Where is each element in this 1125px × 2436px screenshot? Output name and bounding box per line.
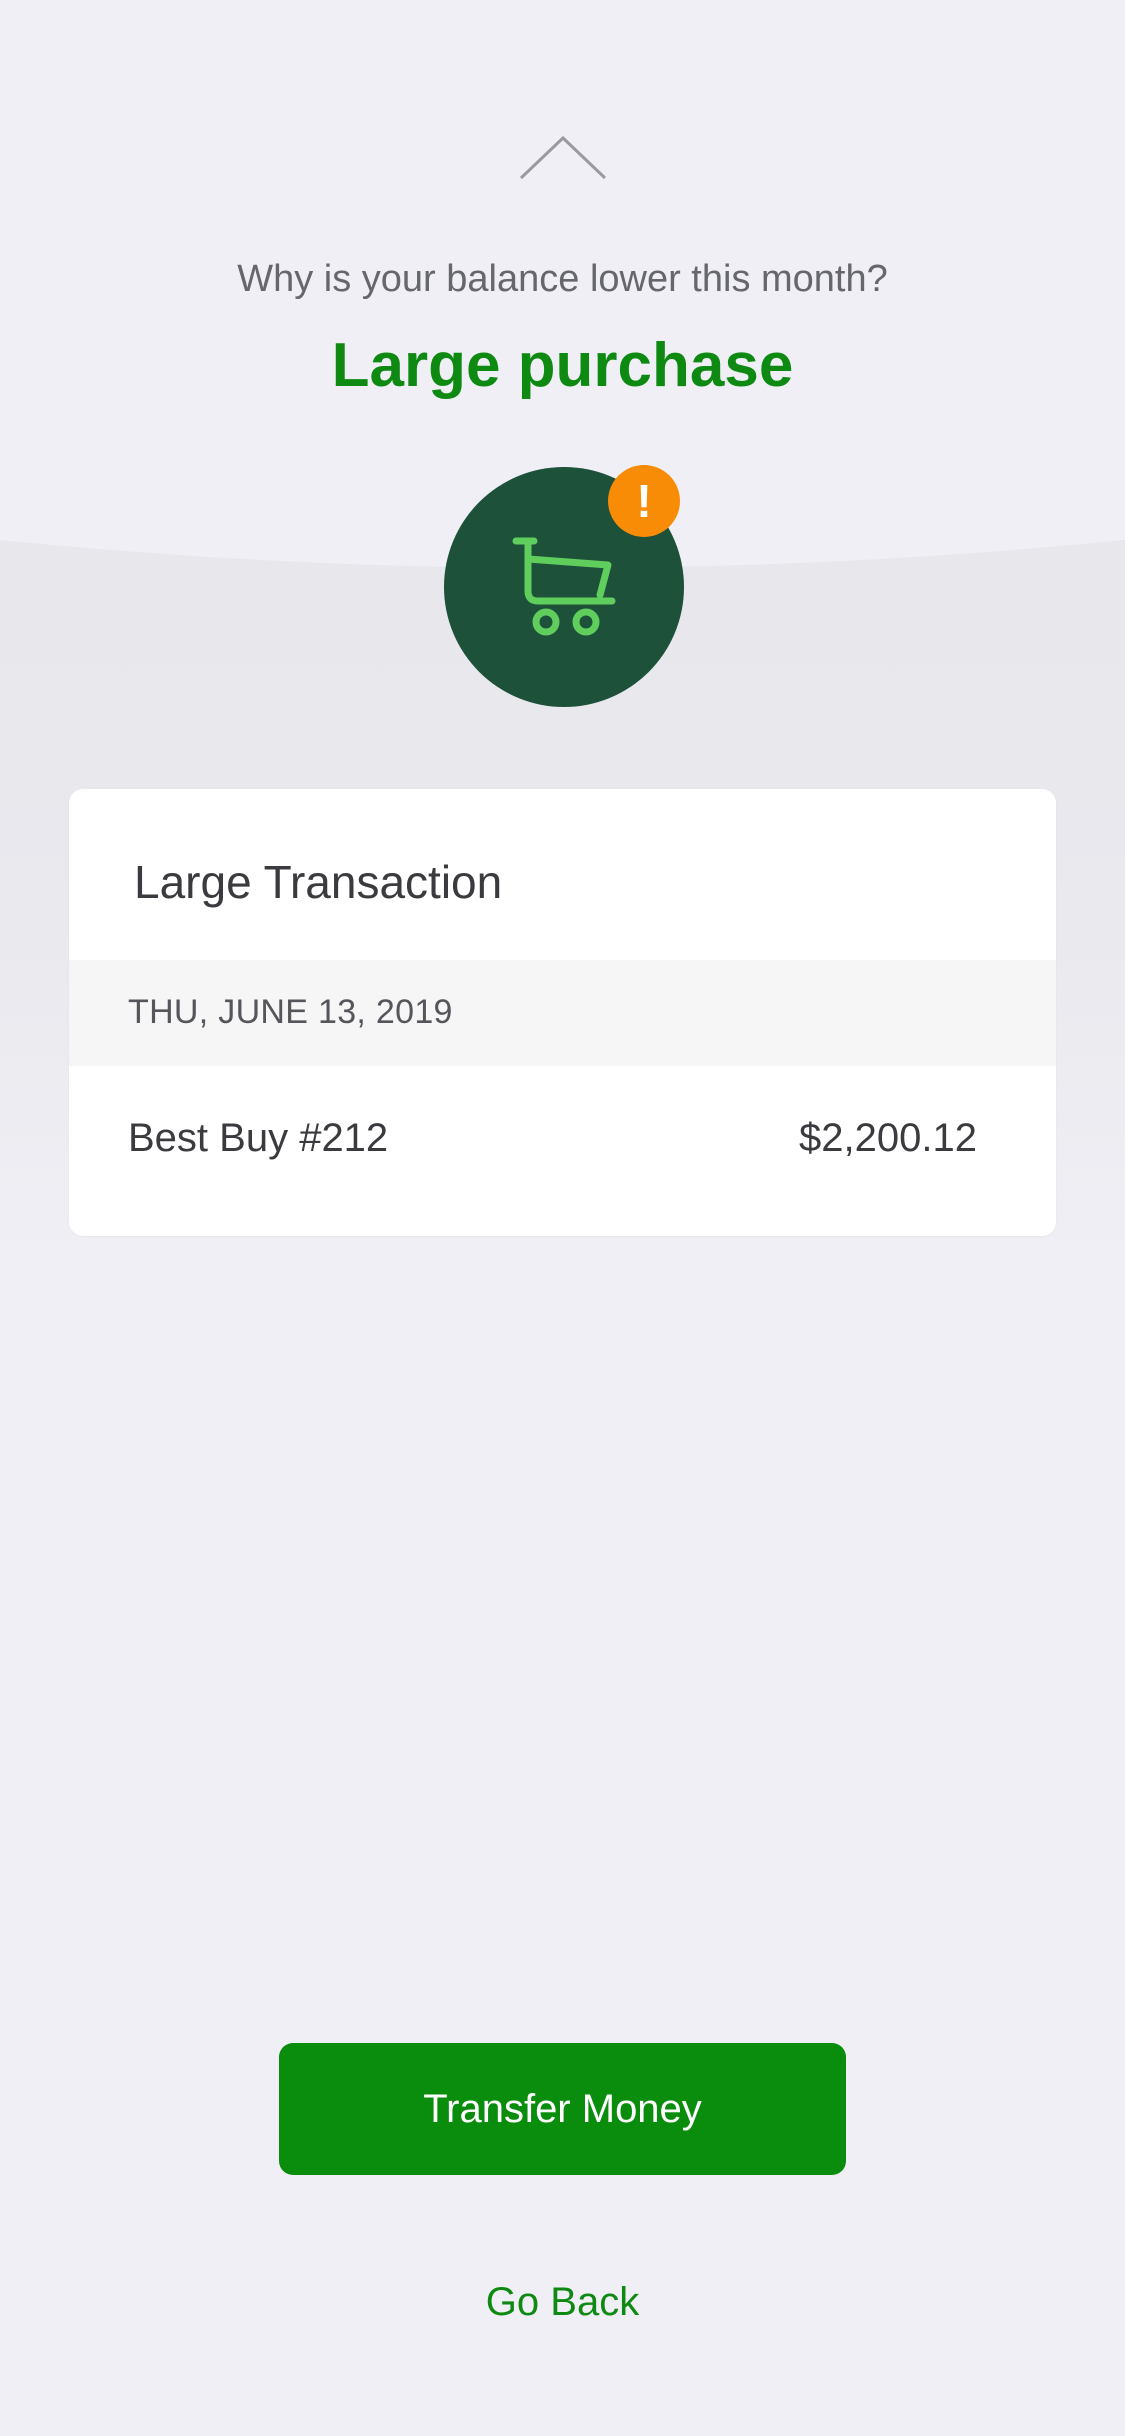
transaction-card: Large Transaction THU, JUNE 13, 2019 Bes… bbox=[69, 789, 1056, 1236]
chevron-up-icon[interactable] bbox=[518, 132, 608, 182]
transfer-money-button[interactable]: Transfer Money bbox=[279, 2043, 846, 2175]
transaction-row[interactable]: Best Buy #212 $2,200.12 bbox=[69, 1066, 1056, 1236]
alert-badge: ! bbox=[608, 465, 680, 537]
card-title: Large Transaction bbox=[134, 856, 503, 908]
page-title: Large purchase bbox=[331, 331, 794, 400]
date-row: THU, JUNE 13, 2019 bbox=[69, 960, 1056, 1066]
shopping-cart-icon bbox=[512, 537, 616, 636]
transaction-date: THU, JUNE 13, 2019 bbox=[128, 993, 453, 1031]
transaction-amount: $2,200.12 bbox=[799, 1116, 977, 1160]
balance-question: Why is your balance lower this month? bbox=[237, 258, 888, 300]
merchant-name: Best Buy #212 bbox=[128, 1116, 389, 1160]
go-back-link[interactable]: Go Back bbox=[0, 2280, 1125, 2325]
